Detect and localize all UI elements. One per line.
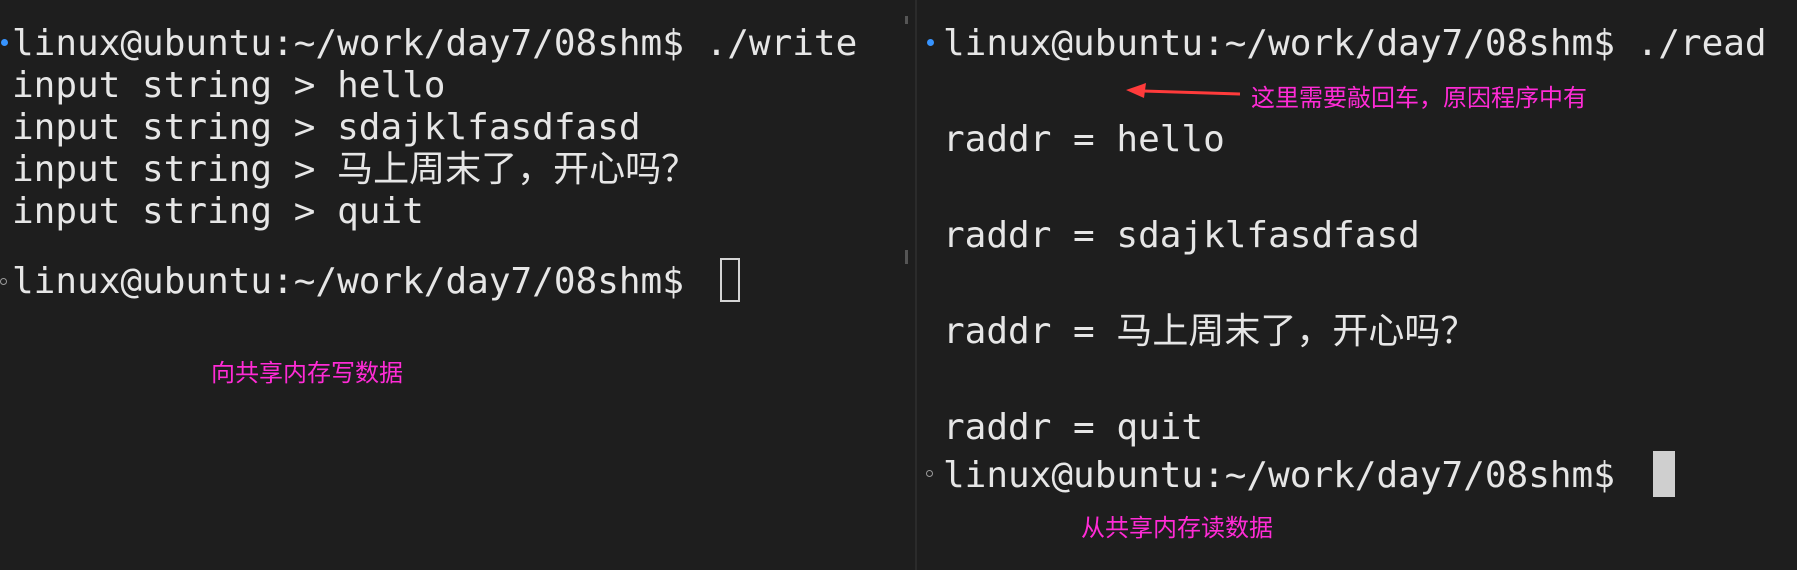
terminal-line-output: input string > quit [12,191,424,232]
scroll-marker-mid [905,250,908,264]
terminal-pane-write[interactable]: linux@ubuntu:~/work/day7/08shm$ ./write … [0,0,915,570]
terminal-prompt-text: linux@ubuntu:~/work/day7/08shm$ [12,261,706,302]
terminal-line-prompt-read: linux@ubuntu:~/work/day7/08shm$ ./read [943,23,1767,64]
command-pending-dot-icon [0,278,7,285]
scroll-marker-top [905,16,908,24]
terminal-line-output: input string > sdajklfasdfasd [12,107,641,148]
terminal-prompt-text: linux@ubuntu:~/work/day7/08shm$ [943,455,1637,496]
terminal-line-output-cjk: raddr = 马上周末了，开心吗？ [943,308,1476,356]
terminal-line-output: raddr = sdajklfasdfasd [943,215,1420,256]
terminal-cursor [719,258,740,302]
annotation-enter-note: 这里需要敲回车，原因程序中有 [1251,84,1587,112]
terminal-line-prompt-active[interactable]: linux@ubuntu:~/work/day7/08shm$ [943,451,1675,500]
command-success-dot-icon [927,39,934,46]
terminal-pane-read[interactable]: linux@ubuntu:~/work/day7/08shm$ ./read 这… [917,0,1797,570]
annotation-read-label: 从共享内存读数据 [1081,514,1273,542]
annotation-write-label: 向共享内存写数据 [211,359,403,387]
command-success-dot-icon [1,39,8,46]
arrow-icon [1126,83,1241,98]
terminal-line-prompt-active[interactable]: linux@ubuntu:~/work/day7/08shm$ [12,258,740,306]
command-pending-dot-icon [926,470,933,477]
terminal-line-output: input string > hello [12,65,446,106]
terminal-line-output: raddr = hello [943,119,1225,160]
terminal-line-output: raddr = quit [943,407,1204,448]
terminal-cursor [1652,451,1675,497]
terminal-split-view: linux@ubuntu:~/work/day7/08shm$ ./write … [0,0,1797,570]
terminal-line-prompt-write: linux@ubuntu:~/work/day7/08shm$ ./write [12,23,858,64]
terminal-line-output-cjk: input string > 马上周末了，开心吗？ [12,146,697,194]
terminal-line-text: raddr = 马上周末了，开心吗？ [943,311,1477,352]
terminal-line-text: input string > 马上周末了，开心吗？ [12,149,698,190]
